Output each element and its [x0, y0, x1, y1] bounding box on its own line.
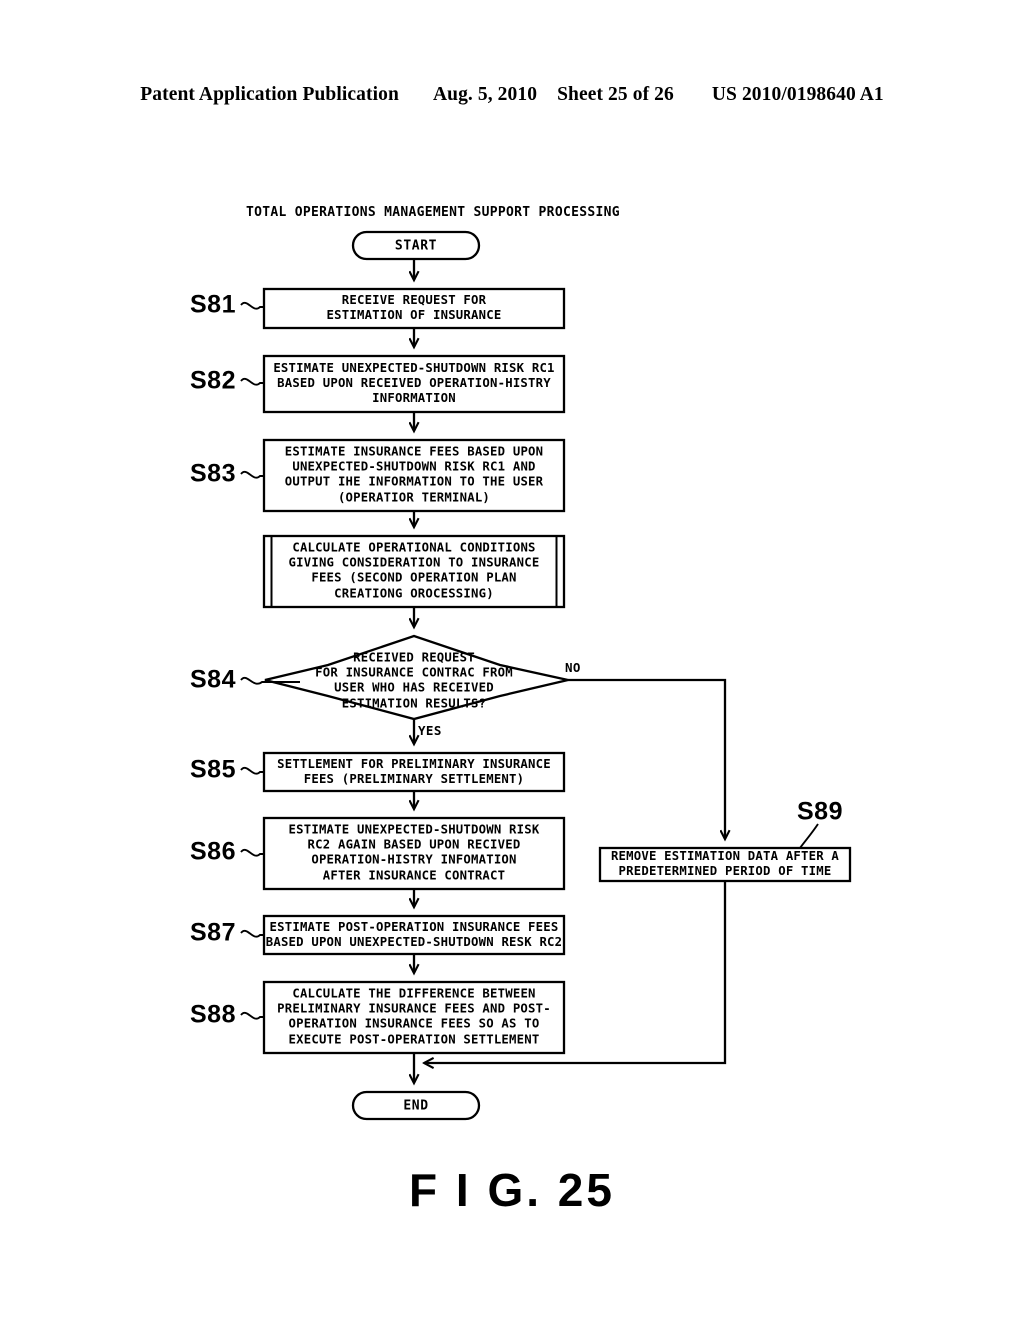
- leader-s81: [240, 301, 264, 310]
- start-label: START: [394, 238, 438, 254]
- step-text-s83: ESTIMATE INSURANCE FEES BASED UPON UNEXP…: [284, 444, 544, 505]
- step-tag-s87: S87: [190, 918, 236, 947]
- step-text-s84: RECEIVED REQUEST FOR INSURANCE CONTRAC F…: [315, 650, 513, 711]
- patent-figure-page: Patent Application Publication Aug. 5, 20…: [0, 0, 1024, 1320]
- edge-s84-no-to-s89: [568, 678, 725, 839]
- leader-s82: [240, 377, 264, 386]
- step-tag-s88: S88: [190, 1000, 236, 1029]
- step-text-s82: ESTIMATE UNEXPECTED-SHUTDOWN RISK RC1 BA…: [273, 361, 555, 406]
- leader-s87: [240, 929, 264, 938]
- step-text-s88: CALCULATE THE DIFFERENCE BETWEEN PRELIMI…: [277, 986, 551, 1047]
- step-tag-s85: S85: [190, 755, 236, 784]
- step-tag-s83: S83: [190, 459, 236, 488]
- leader-s86: [240, 848, 264, 857]
- step-text-s89: REMOVE ESTIMATION DATA AFTER A PREDETERM…: [610, 848, 840, 878]
- step-tag-s82: S82: [190, 366, 236, 395]
- leader-s89: [799, 823, 819, 849]
- leader-s85: [240, 766, 264, 775]
- branch-label-no: NO: [565, 660, 581, 675]
- figure-caption: F I G. 25: [409, 1164, 615, 1216]
- step-text-s86: ESTIMATE UNEXPECTED-SHUTDOWN RISK RC2 AG…: [288, 822, 540, 883]
- step-tag-s89: S89: [797, 797, 843, 826]
- step-text-s85: SETTLEMENT FOR PRELIMINARY INSURANCE FEE…: [277, 756, 551, 786]
- step-tag-s81: S81: [190, 290, 236, 319]
- step-text-s87: ESTIMATE POST-OPERATION INSURANCE FEES B…: [265, 919, 563, 949]
- step-text-s81: RECEIVE REQUEST FOR ESTIMATION OF INSURA…: [326, 292, 502, 322]
- leader-s83: [240, 470, 264, 479]
- step-tag-s86: S86: [190, 837, 236, 866]
- end-label: END: [403, 1098, 429, 1114]
- leader-s88: [240, 1011, 264, 1020]
- branch-label-yes: YES: [418, 723, 442, 738]
- step-tag-s84: S84: [190, 665, 236, 694]
- flowchart-title: TOTAL OPERATIONS MANAGEMENT SUPPORT PROC…: [246, 205, 620, 220]
- step-text-subprocess: CALCULATE OPERATIONAL CONDITIONS GIVING …: [288, 540, 540, 601]
